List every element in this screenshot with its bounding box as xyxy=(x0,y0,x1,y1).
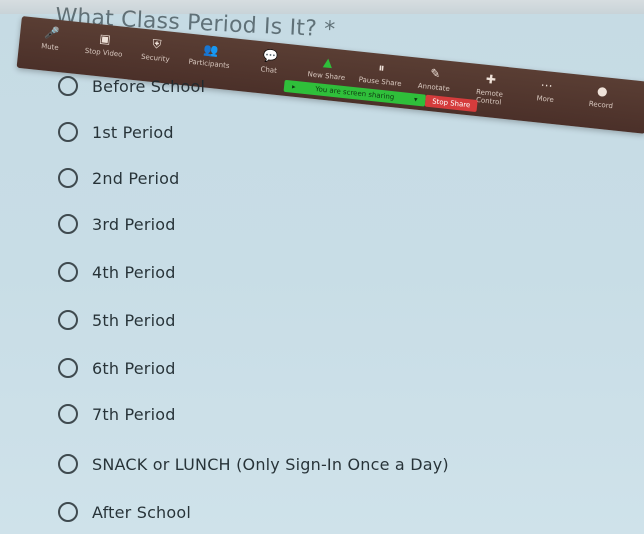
banner-right-icon: ▾ xyxy=(413,95,418,104)
toolbar-item-chat[interactable]: 💬 Chat xyxy=(243,48,295,77)
participants-icon: 👥 xyxy=(202,42,220,58)
toolbar-label: Stop Video xyxy=(84,46,123,59)
radio-button[interactable] xyxy=(58,262,78,282)
toolbar-label: Remote Control xyxy=(475,87,504,107)
option-2nd-period[interactable]: 2nd Period xyxy=(58,164,179,192)
banner-left-icon: ▸ xyxy=(291,82,297,91)
radio-button[interactable] xyxy=(58,214,78,234)
shield-icon: ⛨ xyxy=(151,36,162,52)
remote-control-icon: ✚ xyxy=(485,71,497,87)
video-camera-icon: ▣ xyxy=(98,31,112,47)
option-label: 5th Period xyxy=(92,310,176,330)
annotate-icon: ✎ xyxy=(429,66,441,81)
microphone-icon: 🎤 xyxy=(43,25,61,41)
toolbar-item-mute[interactable]: 🎤 Mute xyxy=(25,25,77,54)
radio-button[interactable] xyxy=(58,76,78,96)
radio-button[interactable] xyxy=(58,310,78,330)
option-4th-period[interactable]: 4th Period xyxy=(58,258,176,286)
toolbar-label: New Share xyxy=(307,70,346,83)
option-label: 3rd Period xyxy=(92,214,176,234)
chat-icon: 💬 xyxy=(262,48,279,64)
toolbar-item-record[interactable]: ● Record xyxy=(576,82,628,111)
toolbar-label: Annotate xyxy=(417,81,451,94)
radio-button[interactable] xyxy=(58,358,78,378)
option-label: 6th Period xyxy=(92,358,176,378)
more-icon: ⋯ xyxy=(539,77,554,93)
toolbar-item-security[interactable]: ⛨ Security xyxy=(130,36,182,65)
radio-button[interactable] xyxy=(58,168,78,188)
toolbar-item-new-share[interactable]: ▲ New Share xyxy=(301,54,353,83)
radio-button[interactable] xyxy=(58,454,78,474)
option-3rd-period[interactable]: 3rd Period xyxy=(58,210,176,238)
option-after-school[interactable]: After School xyxy=(58,498,191,526)
toolbar-label: Participants xyxy=(188,57,230,70)
toolbar-label: Mute xyxy=(40,42,60,52)
screen-sharing-text: You are screen sharing xyxy=(314,85,395,102)
toolbar-item-participants[interactable]: 👥 Participants xyxy=(184,41,236,70)
option-label: 7th Period xyxy=(92,404,176,424)
option-before-school[interactable]: Before School xyxy=(58,72,205,100)
toolbar-label: Security xyxy=(140,52,171,64)
option-label: 1st Period xyxy=(92,122,174,142)
toolbar-item-annotate[interactable]: ✎ Annotate xyxy=(409,65,461,94)
toolbar-label: More xyxy=(536,94,555,105)
record-icon: ● xyxy=(596,83,609,99)
toolbar-label: Chat xyxy=(260,65,278,75)
radio-button[interactable] xyxy=(58,502,78,522)
toolbar-label: Pause Share xyxy=(358,75,402,89)
option-5th-period[interactable]: 5th Period xyxy=(58,306,176,334)
option-label: SNACK or LUNCH (Only Sign-In Once a Day) xyxy=(92,454,449,474)
pause-icon: ⏸ xyxy=(377,60,386,76)
radio-button[interactable] xyxy=(58,122,78,142)
option-snack-or-lunch[interactable]: SNACK or LUNCH (Only Sign-In Once a Day) xyxy=(58,450,449,478)
new-share-icon: ▲ xyxy=(322,54,334,70)
toolbar-label: Record xyxy=(588,99,614,111)
option-label: After School xyxy=(92,502,192,522)
toolbar-item-pause-share[interactable]: ⏸ Pause Share xyxy=(355,59,407,88)
option-label: 4th Period xyxy=(92,262,176,282)
radio-button[interactable] xyxy=(58,404,78,424)
option-label: 2nd Period xyxy=(92,168,180,188)
option-6th-period[interactable]: 6th Period xyxy=(58,354,176,382)
toolbar-item-stop-video[interactable]: ▣ Stop Video xyxy=(78,30,130,59)
option-7th-period[interactable]: 7th Period xyxy=(58,400,176,428)
toolbar-item-more[interactable]: ⋯ More xyxy=(520,77,572,106)
stop-share-label: Stop Share xyxy=(431,97,471,110)
option-label: Before School xyxy=(92,76,206,96)
option-1st-period[interactable]: 1st Period xyxy=(58,118,174,146)
screen-photo: What Class Period Is It? * 🎤 Mute ▣ Stop… xyxy=(0,0,644,534)
